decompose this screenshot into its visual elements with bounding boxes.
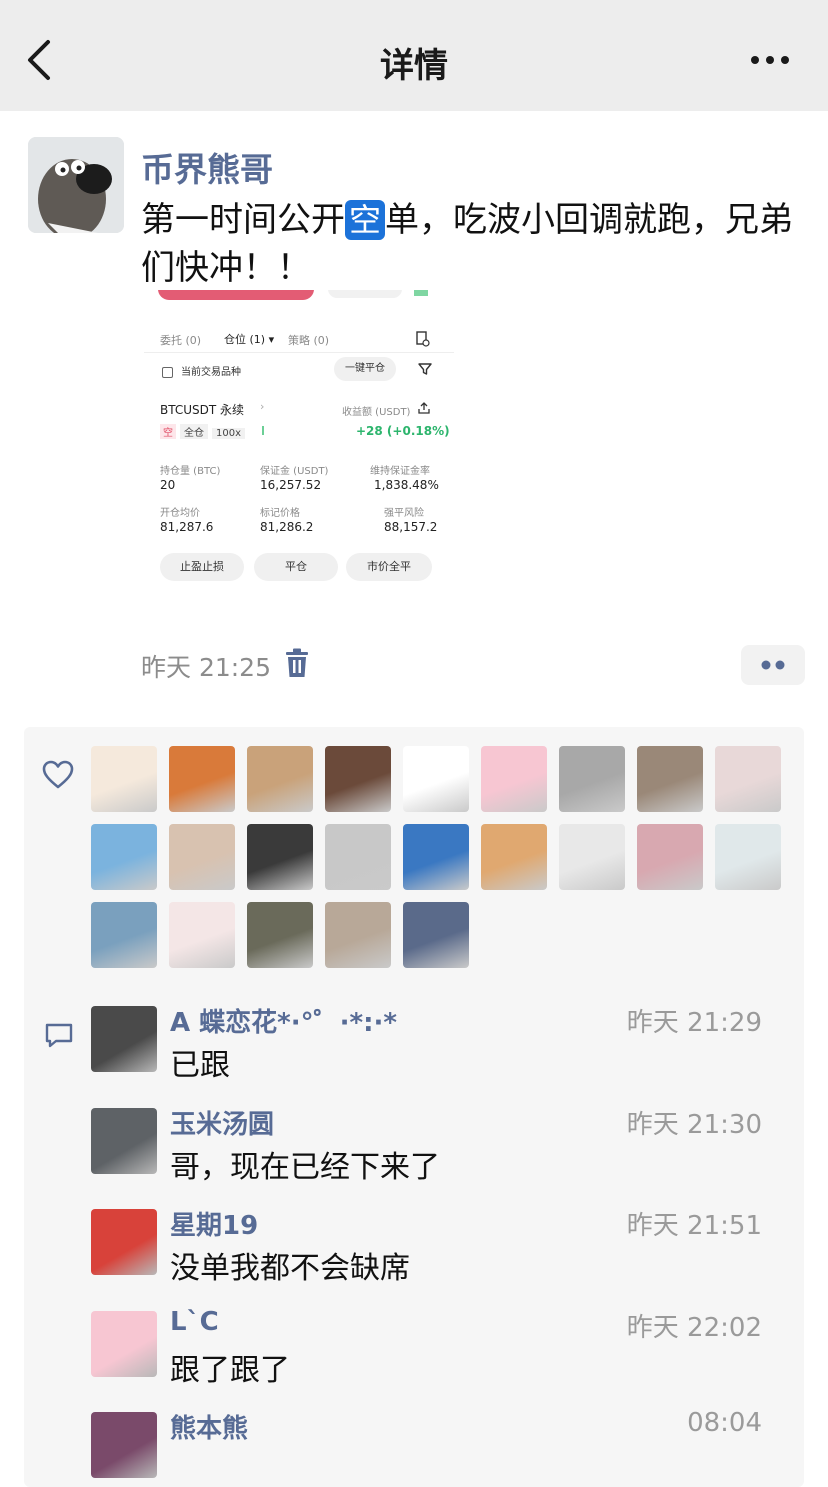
filter-label-text: 当前交易品种	[181, 367, 241, 378]
post-text-before: 第一时间公开	[141, 200, 345, 240]
chevron-right-icon: ›	[260, 400, 265, 413]
comment-text: 没单我都不会缺席	[170, 1251, 410, 1286]
comment-text: 已跟	[170, 1048, 230, 1083]
stat-label: 维持保证金率	[370, 466, 430, 477]
liker-avatar[interactable]	[325, 746, 391, 812]
filter-label: 当前交易品种	[162, 363, 241, 378]
stat-label: 标记价格	[260, 508, 300, 519]
leverage-tag: 100x	[212, 428, 246, 439]
position-tags: 空全仓 100x	[160, 424, 246, 439]
commenter-name[interactable]: 玉米汤圆	[170, 1104, 274, 1141]
heart-icon	[42, 760, 74, 789]
comment-time: 昨天 21:29	[626, 1008, 762, 1038]
liker-avatar[interactable]	[91, 902, 157, 968]
commenter-name[interactable]: L`C	[170, 1307, 219, 1337]
post-text: 第一时间公开空单，吃波小回调就跑，兄弟们快冲！！	[141, 196, 801, 292]
comment-text: 跟了跟了	[170, 1353, 290, 1388]
stat-value: 1,838.48%	[374, 478, 439, 492]
sell-button-fragment	[158, 290, 314, 300]
symbol-name: BTCUSDT 永续	[160, 403, 245, 417]
liker-avatar[interactable]	[91, 824, 157, 890]
doc-clock-icon	[416, 331, 430, 347]
margin-mode-tag: 全仓	[180, 424, 208, 439]
stat-value: 81,286.2	[260, 520, 314, 534]
filter-icon	[418, 363, 432, 375]
liker-avatar[interactable]	[403, 746, 469, 812]
highlight-badge: 空	[345, 200, 386, 240]
liker-avatar[interactable]	[559, 824, 625, 890]
stat-value: 88,157.2	[384, 520, 438, 534]
commenter-avatar[interactable]	[91, 1311, 157, 1377]
commenter-avatar[interactable]	[91, 1209, 157, 1275]
signal-bar	[262, 426, 264, 435]
comment-icon	[45, 1023, 73, 1048]
liker-avatar[interactable]	[169, 746, 235, 812]
liker-avatar[interactable]	[715, 824, 781, 890]
liker-avatar[interactable]	[637, 824, 703, 890]
author-avatar[interactable]	[28, 137, 124, 233]
liker-avatar[interactable]	[715, 746, 781, 812]
commenter-avatar[interactable]	[91, 1006, 157, 1072]
liker-avatar[interactable]	[481, 824, 547, 890]
post-timestamp: 昨天 21:25	[141, 653, 271, 682]
divider	[144, 352, 454, 353]
liker-avatar[interactable]	[403, 824, 469, 890]
stat-value: 81,287.6	[160, 520, 214, 534]
commenter-avatar[interactable]	[91, 1108, 157, 1174]
top-nav-bar: 详情	[0, 0, 828, 111]
comment-time: 昨天 21:51	[626, 1211, 762, 1241]
page-title: 详情	[380, 46, 448, 86]
pnl-value: +28 (+0.18%)	[356, 424, 450, 438]
tab-orders: 委托 (0)	[160, 334, 202, 347]
close-position-button: 平仓	[254, 553, 338, 581]
comment-text: 哥，现在已经下来了	[170, 1150, 440, 1185]
liker-avatar[interactable]	[481, 746, 547, 812]
comment-time: 08:04	[687, 1408, 762, 1438]
tab-strategies: 策略 (0)	[288, 334, 330, 347]
trade-screenshot-image[interactable]: 委托 (0) 仓位 (1) ▾ 策略 (0) 当前交易品种 一键平仓 BTCUS…	[142, 290, 454, 595]
stat-label: 开仓均价	[160, 508, 200, 519]
close-all-button: 一键平仓	[334, 357, 396, 381]
commenter-name[interactable]: 熊本熊	[170, 1408, 248, 1445]
more-dots-icon[interactable]	[750, 52, 790, 68]
tab-positions: 仓位 (1) ▾	[224, 333, 275, 346]
two-dots-icon	[761, 660, 785, 670]
liker-avatar[interactable]	[169, 902, 235, 968]
stat-value: 20	[160, 478, 176, 492]
liker-avatar[interactable]	[169, 824, 235, 890]
commenter-avatar[interactable]	[91, 1412, 157, 1478]
stat-label: 强平风险	[384, 508, 424, 519]
comment-time: 昨天 21:30	[626, 1110, 762, 1140]
commenter-name[interactable]: 星期19	[170, 1205, 258, 1242]
liker-avatar[interactable]	[247, 746, 313, 812]
tp-sl-button: 止盈止损	[160, 553, 244, 581]
share-icon	[418, 402, 430, 414]
liker-avatar[interactable]	[247, 902, 313, 968]
pnl-label: 收益额 (USDT)	[342, 407, 411, 418]
liker-avatar[interactable]	[91, 746, 157, 812]
like-comment-button[interactable]	[741, 645, 805, 685]
bear-avatar-image	[28, 137, 124, 233]
liker-avatar[interactable]	[325, 824, 391, 890]
post-author-name[interactable]: 币界熊哥	[141, 143, 273, 191]
stat-value: 16,257.52	[260, 478, 322, 492]
commenter-name[interactable]: A 蝶恋花*·°゜·*:·*	[170, 1002, 397, 1039]
liker-avatar[interactable]	[325, 902, 391, 968]
liker-avatar[interactable]	[637, 746, 703, 812]
comment-time: 昨天 22:02	[626, 1313, 762, 1343]
checkbox	[162, 366, 173, 378]
liker-avatar[interactable]	[403, 902, 469, 968]
side-tag: 空	[160, 424, 176, 439]
grey-button-fragment	[328, 290, 402, 298]
green-fragment	[414, 290, 428, 296]
trash-icon[interactable]	[284, 648, 310, 678]
stat-label: 持仓量 (BTC)	[160, 466, 221, 477]
liker-avatar[interactable]	[559, 746, 625, 812]
liker-avatar[interactable]	[247, 824, 313, 890]
stat-label: 保证金 (USDT)	[260, 466, 329, 477]
market-close-all-button: 市价全平	[346, 553, 432, 581]
